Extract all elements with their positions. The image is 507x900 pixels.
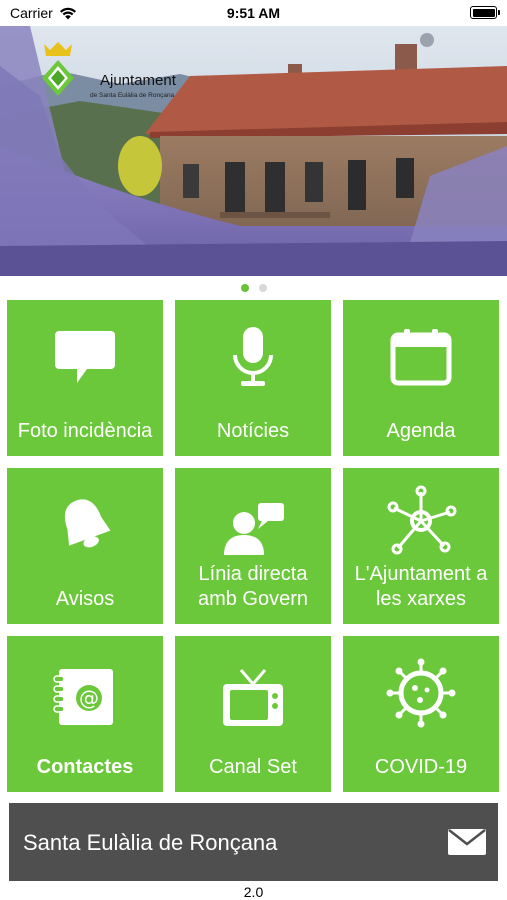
ajuntament-logo: Ajuntament de Santa Eulàlia de Ronçana — [38, 40, 208, 110]
tile-avisos[interactable]: Avisos — [7, 468, 163, 624]
tile-xarxes[interactable]: L'Ajuntament a les xarxes — [343, 468, 499, 624]
tile-noticies[interactable]: Notícies — [175, 300, 331, 456]
battery-icon — [470, 6, 500, 19]
tile-label: Notícies — [216, 420, 290, 442]
svg-text:@: @ — [79, 686, 99, 710]
tile-label: Foto incidència — [17, 420, 153, 442]
contact-bar[interactable]: Santa Eulàlia de Ronçana — [9, 803, 498, 881]
tile-canal-set[interactable]: Canal Set — [175, 636, 331, 792]
tile-covid-19[interactable]: COVID-19 — [343, 636, 499, 792]
tile-label: Contactes — [36, 756, 134, 778]
logo-title: Ajuntament — [100, 72, 176, 89]
footer-title: Santa Eulàlia de Ronçana — [23, 830, 278, 855]
crown-icon — [42, 42, 74, 96]
calendar-icon — [343, 322, 499, 392]
carousel-page-indicator[interactable] — [0, 284, 507, 292]
virus-icon — [343, 658, 499, 728]
network-icon — [343, 485, 499, 556]
tile-label: Avisos — [55, 588, 115, 610]
banner-carousel[interactable]: Ajuntament de Santa Eulàlia de Ronçana — [0, 26, 507, 276]
app-version: 2.0 — [243, 884, 264, 900]
tile-label: COVID-19 — [374, 756, 468, 778]
chat-bubble-icon — [7, 322, 163, 392]
tile-label: L'Ajuntament a les xarxes — [354, 563, 488, 610]
tile-label: Agenda — [386, 420, 456, 442]
tv-icon — [175, 664, 331, 734]
status-bar: Carrier 9:51 AM — [0, 0, 507, 26]
status-time: 9:51 AM — [226, 5, 281, 21]
bell-icon — [7, 490, 163, 560]
tile-label: Canal Set — [209, 756, 297, 778]
tile-agenda[interactable]: Agenda — [343, 300, 499, 456]
mail-icon[interactable] — [448, 829, 486, 855]
page-dot-active[interactable] — [240, 284, 249, 292]
address-book-icon: @ — [7, 662, 163, 732]
person-chat-icon — [175, 494, 331, 564]
menu-grid: Foto incidència Notícies Agenda Avisos L… — [7, 300, 500, 792]
tile-label: Línia directa amb Govern — [197, 563, 309, 610]
logo-subtitle: de Santa Eulàlia de Ronçana — [90, 92, 175, 99]
microphone-icon — [175, 322, 331, 392]
page-dot[interactable] — [258, 284, 267, 292]
tile-foto-incidencia[interactable]: Foto incidència — [7, 300, 163, 456]
tile-linia-directa[interactable]: Línia directa amb Govern — [175, 468, 331, 624]
tile-contactes[interactable]: @ Contactes — [7, 636, 163, 792]
